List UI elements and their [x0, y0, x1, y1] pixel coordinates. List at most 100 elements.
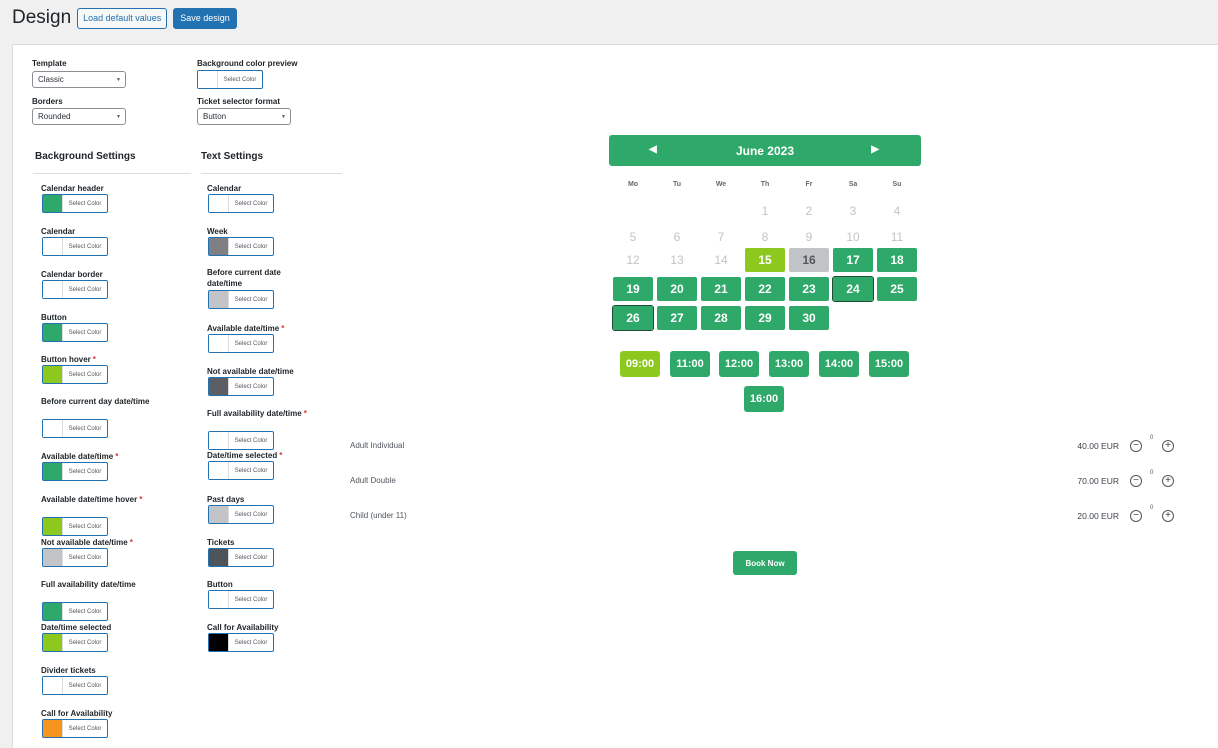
time-slot-button[interactable]: 09:00 [620, 351, 660, 377]
color-setting-label-text: Not available date/time [41, 538, 128, 547]
color-picker[interactable]: Select Color [42, 517, 108, 536]
color-picker[interactable]: Select Color [42, 237, 108, 256]
ticket-price: 20.00 EUR [1077, 511, 1119, 521]
color-setting-label: Before current date date/time [207, 267, 317, 289]
color-picker[interactable]: Select Color [208, 461, 274, 480]
calendar-day[interactable]: 23 [789, 277, 829, 301]
minus-circle-icon[interactable]: − [1130, 440, 1142, 452]
color-picker[interactable]: Select Color [42, 633, 108, 652]
time-slot-button[interactable]: 13:00 [769, 351, 809, 377]
select-color-text: Select Color [68, 371, 102, 378]
color-setting-label: Date/time selected [41, 622, 151, 633]
ticket-format-select[interactable]: Button ▼ [197, 108, 291, 125]
select-color-text: Select Color [234, 554, 268, 561]
color-setting-label: Available date/time * [41, 451, 151, 462]
minus-circle-icon[interactable]: − [1130, 475, 1142, 487]
color-swatch [209, 462, 229, 479]
color-picker[interactable]: Select Color [42, 462, 108, 481]
color-setting-label-text: Date/time selected [207, 451, 278, 460]
select-color-text: Select Color [68, 425, 102, 432]
calendar-day[interactable]: 29 [745, 306, 785, 330]
calendar-day[interactable]: 21 [701, 277, 741, 301]
calendar-day[interactable]: 18 [877, 248, 917, 272]
color-picker[interactable]: Select Color [42, 323, 108, 342]
color-picker[interactable]: Select Color [208, 633, 274, 652]
book-now-button[interactable]: Book Now [733, 551, 797, 575]
color-picker[interactable]: Select Color [42, 419, 108, 438]
color-swatch [209, 335, 229, 352]
color-setting-label-text: Past days [207, 495, 245, 504]
color-picker[interactable]: Select Color [208, 505, 274, 524]
color-setting-label-text: Button [207, 580, 233, 589]
time-slot-button[interactable]: 16:00 [744, 386, 784, 412]
color-setting-label-text: Before current date date/time [207, 268, 281, 288]
background-settings-title: Background Settings [35, 151, 136, 162]
ticket-name: Child (under 11) [350, 511, 407, 520]
calendar-day: 1 [761, 204, 769, 218]
color-picker[interactable]: Select Color [42, 548, 108, 567]
calendar-day[interactable]: 15 [745, 248, 785, 272]
color-setting-label-text: Calendar border [41, 270, 103, 279]
next-month-icon[interactable]: ▶ [871, 144, 879, 155]
time-slot-button[interactable]: 14:00 [819, 351, 859, 377]
template-select[interactable]: Classic ▼ [32, 71, 126, 88]
time-slot-button[interactable]: 12:00 [719, 351, 759, 377]
calendar-day[interactable]: 19 [613, 277, 653, 301]
calendar-day: 13 [670, 253, 684, 267]
color-picker[interactable]: Select Color [208, 334, 274, 353]
calendar-day: 16 [789, 248, 829, 272]
color-picker[interactable]: Select Color [42, 676, 108, 695]
save-design-button[interactable]: Save design [173, 7, 237, 29]
color-setting-label-text: Available date/time hover [41, 495, 138, 504]
minus-circle-icon[interactable]: − [1130, 510, 1142, 522]
calendar-day[interactable]: 28 [701, 306, 741, 330]
select-color-text: Select Color [223, 76, 257, 83]
color-setting-label-text: Date/time selected [41, 623, 112, 632]
plus-circle-icon[interactable]: + [1162, 475, 1174, 487]
load-defaults-button[interactable]: Load default values [77, 7, 168, 29]
color-swatch [209, 549, 229, 566]
color-picker[interactable]: Select Color [208, 194, 274, 213]
color-picker[interactable]: Select Color [42, 280, 108, 299]
color-swatch [198, 71, 218, 88]
plus-circle-icon[interactable]: + [1162, 510, 1174, 522]
borders-select[interactable]: Rounded ▼ [32, 108, 126, 125]
color-picker[interactable]: Select Color [42, 365, 108, 384]
color-picker[interactable]: Select Color [208, 377, 274, 396]
color-picker[interactable]: Select Color [42, 719, 108, 738]
color-picker[interactable]: Select Color [42, 194, 108, 213]
design-panel: Template Classic ▼ Borders Rounded ▼ Bac… [12, 44, 1218, 748]
calendar-day[interactable]: 17 [833, 248, 873, 272]
calendar-day: 6 [673, 230, 681, 244]
calendar-day: 7 [717, 230, 725, 244]
select-color-text: Select Color [68, 682, 102, 689]
bg-preview-color-picker[interactable]: Select Color [197, 70, 263, 89]
calendar-day[interactable]: 25 [877, 277, 917, 301]
plus-circle-icon[interactable]: + [1162, 440, 1174, 452]
color-picker[interactable]: Select Color [208, 431, 274, 450]
weekday-label: We [715, 181, 727, 188]
chevron-down-icon: ▼ [281, 114, 286, 120]
borders-label: Borders [32, 97, 63, 106]
prev-month-icon[interactable]: ◀ [649, 144, 657, 155]
select-color-text: Select Color [68, 554, 102, 561]
calendar-day[interactable]: 26 [612, 305, 654, 331]
template-label: Template [32, 59, 67, 68]
color-picker[interactable]: Select Color [208, 590, 274, 609]
color-picker[interactable]: Select Color [208, 548, 274, 567]
time-slot-button[interactable]: 15:00 [869, 351, 909, 377]
time-slot-button[interactable]: 11:00 [670, 351, 710, 377]
color-picker[interactable]: Select Color [208, 290, 274, 309]
bg-preview-label: Background color preview [197, 59, 298, 68]
select-color-text: Select Color [68, 468, 102, 475]
calendar-day[interactable]: 27 [657, 306, 697, 330]
calendar-day[interactable]: 22 [745, 277, 785, 301]
calendar-day[interactable]: 20 [657, 277, 697, 301]
select-color-text: Select Color [234, 596, 268, 603]
color-picker[interactable]: Select Color [208, 237, 274, 256]
select-color-text: Select Color [68, 523, 102, 530]
calendar-day[interactable]: 24 [832, 276, 874, 302]
color-picker[interactable]: Select Color [42, 602, 108, 621]
color-swatch [209, 378, 229, 395]
calendar-day[interactable]: 30 [789, 306, 829, 330]
